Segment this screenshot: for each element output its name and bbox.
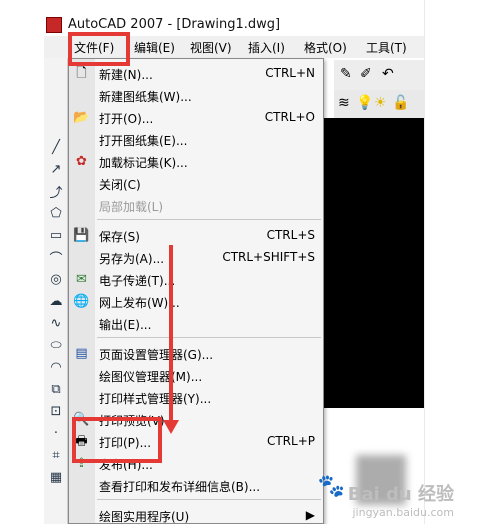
hatch-icon[interactable]: ⌗ (47, 446, 65, 464)
menu-item-etransmit[interactable]: ✉ 电子传递(T)... (69, 269, 323, 290)
make-block-icon[interactable]: ⊡ (47, 402, 65, 420)
menu-format[interactable]: 格式(O) (304, 39, 347, 56)
gradient-icon[interactable]: ▦ (47, 468, 65, 486)
spline-icon[interactable]: ∿ (47, 314, 65, 332)
layer-manager-icon[interactable]: ≋ (338, 95, 350, 111)
menu-item-page-setup[interactable]: ▤ 页面设置管理器(G)... (69, 343, 323, 364)
revision-cloud-icon[interactable]: ☁ (47, 292, 65, 310)
watermark-brand: Bai du 经验 (347, 484, 454, 505)
ellipse-arc-icon[interactable]: ◠ (47, 358, 65, 376)
page-edge (424, 0, 425, 524)
markup-icon: ✿ (76, 154, 87, 169)
menu-item-new[interactable]: 🗋 新建(N)... CTRL+N (69, 63, 323, 84)
submenu-arrow-icon: ▶ (305, 508, 315, 522)
menu-separator (97, 337, 321, 338)
line-tool-icon[interactable]: ╱ (47, 138, 65, 156)
autocad-window: AutoCAD 2007 - [Drawing1.dwg] 文件(F) 编辑(E… (44, 0, 424, 524)
open-folder-icon: 📂 (73, 110, 90, 125)
watermark-url: jingyan.baidu.com (352, 506, 454, 519)
lightbulb-icon[interactable]: 💡 (356, 95, 373, 111)
standard-toolbar: ✎ ✐ ↶ (334, 60, 424, 90)
page-setup-icon: ▤ (75, 346, 88, 361)
construction-line-icon[interactable]: ↗ (47, 160, 65, 178)
match-properties-icon[interactable]: ✐ (360, 66, 372, 82)
polyline-icon[interactable]: ⤴ (47, 182, 65, 201)
autocad-app-icon (46, 17, 62, 33)
menu-item-open-sheet-set[interactable]: 打开图纸集(E)... (69, 129, 323, 150)
point-icon[interactable]: · (47, 424, 65, 442)
circle-icon[interactable]: ◎ (47, 270, 65, 288)
menu-item-drawing-utilities[interactable]: 绘图实用程序(U) ▶ (69, 505, 323, 524)
menu-item-load-markup[interactable]: ✿ 加载标记集(K)... (69, 151, 323, 172)
ellipse-icon[interactable]: ⬭ (47, 336, 65, 354)
menu-separator (97, 499, 321, 500)
menu-item-export[interactable]: 输出(E)... (69, 313, 323, 334)
annotation-arrow-head (163, 420, 179, 434)
rectangle-icon[interactable]: ▭ (47, 226, 65, 244)
highlight-plot-item (72, 417, 162, 463)
save-icon: 💾 (73, 228, 90, 243)
menu-item-partial-load: 局部加载(L) (99, 200, 164, 214)
menu-item-plotter-manager[interactable]: 绘图仪管理器(M)... (69, 365, 323, 386)
paw-logo-icon: 🐾 (317, 474, 346, 499)
menu-item-close[interactable]: 关闭(C) (69, 173, 323, 194)
pencil-icon[interactable]: ✎ (340, 66, 352, 82)
draw-toolbar: ╱ ↗ ⤴ ⬠ ▭ ⌒ ◎ ☁ ∿ ⬭ ◠ ⧉ ⊡ · ⌗ ▦ (44, 58, 68, 524)
insert-block-icon[interactable]: ⧉ (47, 380, 65, 398)
menu-item-open[interactable]: 📂 打开(O)... CTRL+O (69, 107, 323, 128)
menu-view[interactable]: 视图(V) (190, 39, 232, 56)
lock-icon[interactable]: 🔓 (392, 95, 409, 111)
menu-separator (97, 219, 321, 220)
menu-item-save-as[interactable]: 另存为(A)... CTRL+SHIFT+S (69, 247, 323, 268)
polygon-icon[interactable]: ⬠ (47, 204, 65, 222)
annotation-arrow-shaft (169, 245, 173, 425)
highlight-file-menu (68, 32, 130, 66)
new-file-icon: 🗋 (76, 66, 87, 81)
menu-insert[interactable]: 插入(I) (248, 39, 285, 56)
menu-edit[interactable]: 编辑(E) (134, 39, 175, 56)
drawing-canvas[interactable] (324, 118, 424, 408)
menu-item-new-sheet-set[interactable]: 新建图纸集(W)... (69, 85, 323, 106)
undo-icon[interactable]: ↶ (382, 66, 394, 82)
menu-item-save[interactable]: 💾 保存(S) CTRL+S (69, 225, 323, 246)
menu-item-plot-style-manager[interactable]: 打印样式管理器(Y)... (69, 387, 323, 408)
etransmit-icon: ✉ (76, 272, 87, 287)
layers-toolbar: ≋ 💡 ☀ 🔓 (334, 90, 424, 118)
menu-item-publish-web[interactable]: 🌐 网上发布(W)... (69, 291, 323, 312)
publish-web-icon: 🌐 (73, 294, 90, 309)
watermark: 🐾 Bai du 经验 jingyan.baidu.com (318, 474, 454, 519)
sun-icon[interactable]: ☀ (374, 95, 387, 111)
menu-item-plot-publish-details[interactable]: 查看打印和发布详细信息(B)... (69, 475, 323, 496)
menu-tools[interactable]: 工具(T) (366, 39, 407, 56)
arc-icon[interactable]: ⌒ (47, 248, 65, 267)
window-title: AutoCAD 2007 - [Drawing1.dwg] (68, 17, 281, 32)
